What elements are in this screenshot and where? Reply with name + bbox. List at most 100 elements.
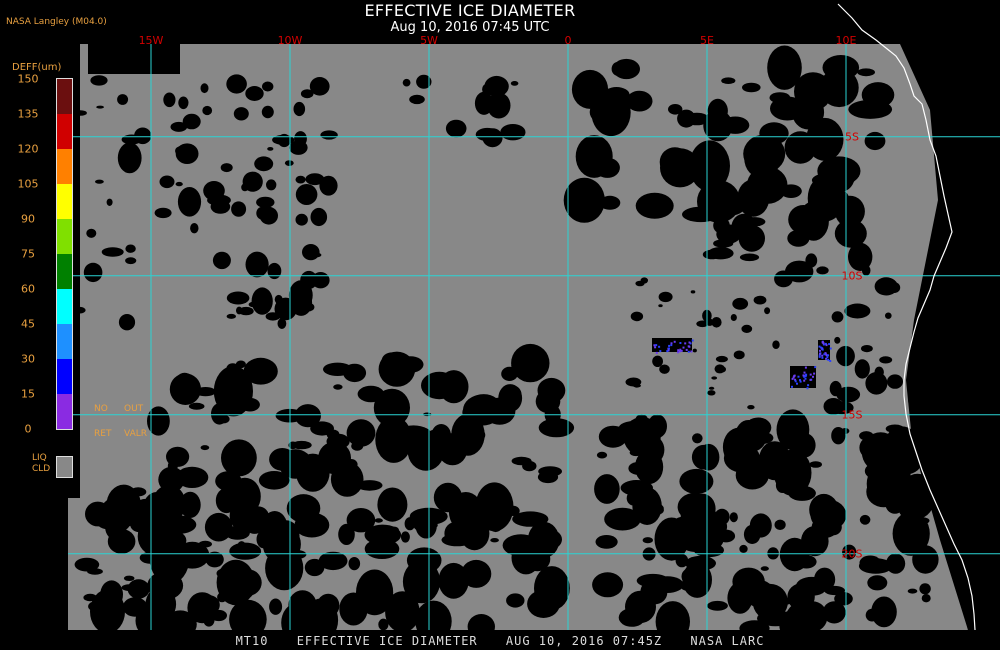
clear-patch	[96, 105, 104, 109]
ice-pixel	[804, 366, 807, 369]
ice-pixel	[814, 366, 817, 369]
color-scale-tick: 30	[21, 352, 35, 366]
longitude-label: 0	[564, 34, 572, 47]
clear-patch	[73, 110, 87, 116]
clear-patch	[429, 604, 439, 615]
clear-patch	[235, 360, 246, 369]
clear-patch	[539, 529, 562, 550]
clear-patch	[713, 217, 730, 234]
clear-patch	[864, 131, 886, 151]
latitude-label: 20S	[841, 547, 863, 561]
clear-patch	[885, 312, 892, 319]
ice-pixel	[821, 354, 824, 357]
ice-pixel	[803, 371, 806, 374]
clear-patch	[702, 249, 722, 260]
clear-patch	[690, 290, 696, 294]
clear-patch	[707, 600, 728, 611]
clear-patch	[589, 99, 622, 125]
ice-pixel	[825, 344, 828, 347]
clear-patch	[668, 104, 683, 115]
clear-patch	[461, 559, 492, 588]
clear-patch	[234, 578, 249, 594]
footer-field: EFFECTIVE ICE DIAMETER	[296, 634, 478, 648]
clear-patch	[692, 433, 703, 444]
clear-patch	[816, 266, 829, 275]
clear-patch	[694, 162, 709, 172]
clear-patch	[831, 311, 844, 323]
ice-pixel	[829, 347, 832, 350]
clear-patch	[563, 177, 605, 223]
clear-patch	[501, 366, 518, 381]
credit-label: NASA Langley (M04.0)	[6, 17, 107, 27]
clear-patch	[231, 614, 243, 622]
clear-patch	[721, 77, 736, 84]
ice-pixel	[804, 374, 807, 377]
map-title: EFFECTIVE ICE DIAMETER	[364, 1, 576, 20]
clear-patch	[381, 352, 403, 369]
clear-patch	[729, 512, 738, 523]
clear-patch	[402, 78, 411, 87]
clear-patch	[159, 175, 175, 189]
ice-pixel	[685, 348, 688, 351]
ice-pixel	[670, 342, 673, 345]
clear-patch	[125, 244, 136, 253]
clear-patch	[652, 355, 663, 367]
longitude-label: 10E	[835, 34, 857, 47]
clear-patch	[348, 371, 358, 379]
clear-patch	[198, 540, 212, 548]
clear-patch	[389, 526, 399, 534]
clear-patch	[192, 472, 203, 478]
color-scale-tick: 135	[17, 107, 39, 121]
clear-patch	[295, 184, 318, 205]
clear-patch	[713, 239, 734, 248]
clear-patch	[247, 259, 264, 268]
ice-pixel	[821, 348, 824, 351]
clear-patch	[854, 359, 870, 379]
ice-pixel	[654, 346, 657, 349]
clear-patch	[732, 297, 749, 310]
clear-patch	[374, 518, 383, 523]
clear-patch	[346, 419, 376, 447]
color-scale-segment	[57, 219, 72, 254]
clear-patch	[117, 142, 142, 174]
clear-patch	[595, 535, 618, 549]
clear-patch	[864, 461, 899, 481]
clear-patch	[679, 468, 714, 494]
clear-patch	[215, 471, 242, 492]
clear-patch	[792, 94, 825, 130]
clear-patch	[658, 291, 673, 303]
clear-patch	[753, 295, 767, 305]
clear-patch	[510, 81, 519, 86]
clear-patch	[203, 181, 225, 201]
clear-patch	[760, 566, 769, 571]
clear-patch	[742, 82, 761, 93]
longitude-label: 5W	[420, 34, 438, 47]
clear-patch	[756, 151, 782, 162]
clear-patch	[635, 414, 648, 425]
clear-patch	[859, 514, 871, 525]
latitude-label: 10S	[841, 269, 863, 283]
clear-patch	[630, 311, 644, 322]
ice-pixel	[653, 344, 656, 347]
clear-patch	[125, 257, 137, 265]
clear-patch	[258, 471, 290, 490]
ice-pixel	[794, 380, 797, 383]
color-scale-segment	[57, 394, 72, 429]
clear-patch	[242, 171, 263, 192]
clear-patch	[626, 490, 642, 506]
clear-patch	[441, 533, 473, 547]
clear-patch	[776, 409, 810, 451]
clear-patch	[154, 207, 172, 219]
clear-patch	[226, 74, 247, 94]
clear-patch	[245, 86, 264, 101]
clear-patch	[237, 541, 246, 551]
ice-pixel	[682, 346, 685, 349]
clear-patch	[431, 424, 451, 446]
clear-patch	[743, 524, 761, 545]
clear-patch	[226, 291, 250, 305]
ice-pixel	[679, 342, 682, 344]
latitude-label: 5S	[845, 130, 859, 144]
clear-patch	[180, 157, 187, 160]
clear-patch	[188, 402, 205, 410]
clear-patch	[858, 558, 893, 574]
